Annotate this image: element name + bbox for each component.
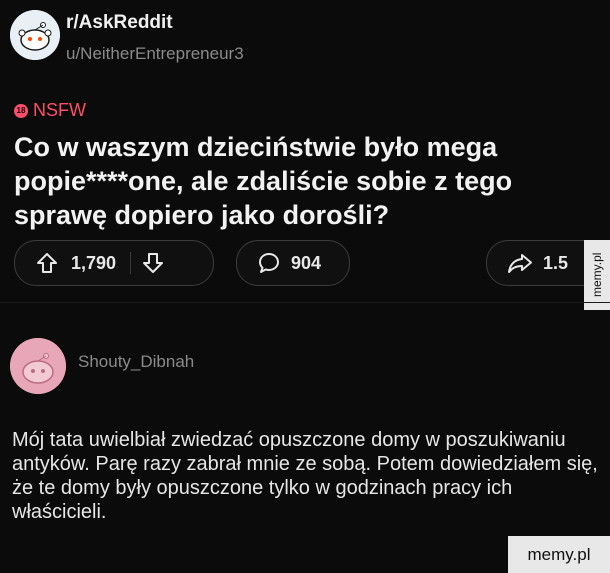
post-author[interactable]: u/NeitherEntrepreneur3 (66, 44, 244, 64)
divider (0, 302, 610, 303)
nsfw-label: NSFW (33, 100, 86, 120)
post-header: r/AskReddit u/NeitherEntrepreneur3 (10, 8, 410, 68)
downvote-icon[interactable] (141, 251, 165, 275)
comment-icon (257, 251, 281, 275)
comments-button[interactable]: 904 (236, 240, 350, 286)
subreddit-name[interactable]: r/AskReddit (66, 12, 173, 34)
subreddit-avatar-icon[interactable] (10, 10, 60, 60)
post-title: Co w waszym dzieciństwie było mega popie… (14, 132, 513, 230)
watermark-side: memy.pl (584, 240, 610, 310)
watermark-corner: memy.pl (508, 536, 610, 573)
nsfw-tag: 18 NSFW (14, 100, 86, 121)
nsfw-icon: 18 (14, 103, 28, 118)
comment-author[interactable]: Shouty_Dibnah (78, 352, 194, 372)
share-count: 1.5 (543, 252, 569, 273)
vote-pill: 1,790 (14, 240, 214, 286)
vote-divider (130, 252, 132, 274)
share-icon (507, 251, 533, 275)
comment-text: Mój tata uwielbiał zwiedzać opuszczone d… (12, 429, 598, 523)
comment-count: 904 (291, 252, 322, 273)
upvote-count: 1,790 (71, 252, 117, 273)
action-bar: 1,790 904 1.5 (0, 240, 610, 290)
upvote-icon[interactable] (35, 251, 59, 275)
comment-avatar-icon[interactable] (10, 338, 66, 394)
